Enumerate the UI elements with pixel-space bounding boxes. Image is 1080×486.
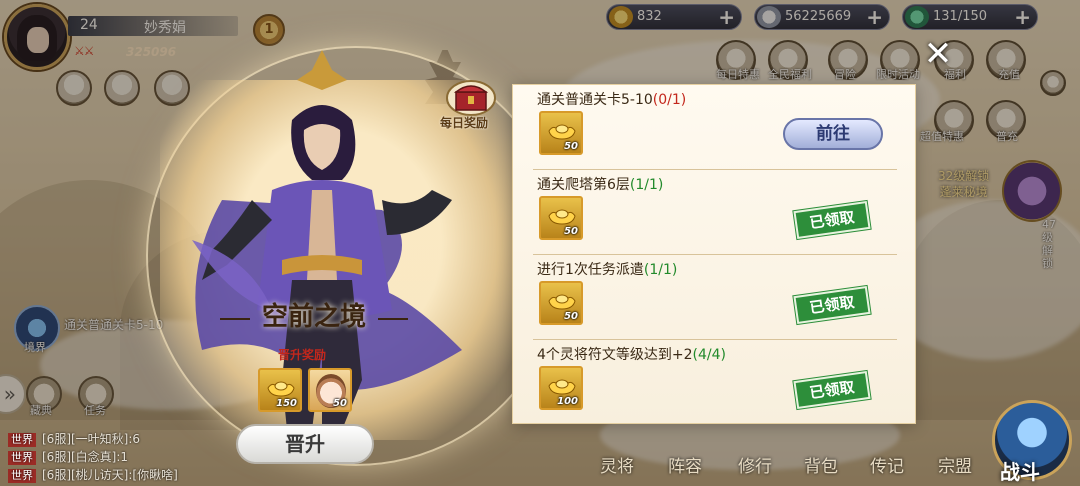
task-title-text: 进行1次任务派遣 [537, 262, 644, 278]
item-count: 150 [276, 398, 297, 409]
claimed-stamp: 已领取 [793, 285, 871, 325]
title-ornament-line [378, 318, 408, 320]
task-reward-item[interactable]: 50 [539, 196, 583, 240]
claimed-stamp: 已领取 [793, 200, 871, 240]
task-row: 4个灵将符文等级达到+2(4/4) 100 已领取 [513, 340, 917, 425]
task-row: 通关爬塔第6层(1/1) 50 已领取 [513, 170, 917, 255]
item-count: 100 [557, 396, 578, 407]
task-progress: (0/1) [652, 92, 687, 108]
realm-title-text: 空前之境 [261, 302, 366, 332]
chat-line: 世界 [6服][一叶知秋]:6 [8, 430, 178, 448]
task-title: 通关普通关卡5-10(0/1) [537, 89, 686, 109]
claimed-stamp: 已领取 [793, 370, 871, 410]
task-title-text: 4个灵将符文等级达到+2 [537, 347, 693, 363]
task-reward-item[interactable]: 50 [539, 111, 583, 155]
daily-reward-label: 每日奖励 [440, 116, 489, 130]
task-row: 通关普通关卡5-10(0/1) 50 前往 [513, 85, 917, 170]
task-title-text: 通关普通关卡5-10 [537, 92, 653, 108]
chat-line: 世界 [6服][桃儿访天]:[你瞅啥] [8, 466, 178, 484]
advance-button[interactable]: 晋升 [236, 424, 374, 464]
advance-reward-portrait[interactable]: 50 [308, 368, 352, 412]
nav-training[interactable]: 修行 [738, 452, 772, 477]
chat-text: [6服][一叶知秋]:6 [42, 432, 141, 446]
chat-text: [6服][桃儿访天]:[你瞅啥] [42, 468, 178, 482]
task-progress: (4/4) [692, 347, 727, 363]
task-progress: (1/1) [629, 177, 664, 193]
goto-button[interactable]: 前往 [783, 118, 883, 150]
item-count: 50 [564, 226, 578, 237]
task-title: 通关爬塔第6层(1/1) [537, 174, 663, 194]
world-chat[interactable]: 世界 [6服][一叶知秋]:6 世界 [6服][白念真]:1 世界 [6服][桃儿访天… [8, 430, 178, 484]
task-progress: (1/1) [643, 262, 678, 278]
item-count: 50 [564, 141, 578, 152]
task-reward-item[interactable]: 50 [539, 281, 583, 325]
battle-label[interactable]: 战斗 [1000, 456, 1040, 485]
task-row: 进行1次任务派遣(1/1) 50 已领取 [513, 255, 917, 340]
nav-bag[interactable]: 背包 [804, 452, 838, 477]
close-icon[interactable]: ✕ [920, 36, 956, 72]
task-reward-item[interactable]: 100 [539, 366, 583, 410]
chat-channel: 世界 [8, 469, 36, 483]
chat-line: 世界 [6服][白念真]:1 [8, 448, 178, 466]
task-title-text: 通关爬塔第6层 [537, 177, 630, 193]
gold-ingot-icon [548, 124, 576, 140]
nav-guild[interactable]: 宗盟 [938, 452, 972, 477]
chat-channel: 世界 [8, 451, 36, 465]
item-count: 50 [564, 311, 578, 322]
task-title: 进行1次任务派遣(1/1) [537, 259, 677, 279]
daily-reward-chest-icon[interactable] [446, 80, 496, 116]
advance-reward-label: 晋升奖励 [278, 348, 327, 362]
task-list-panel: 通关普通关卡5-10(0/1) 50 前往 通关爬塔第6层(1/1) 50 已领… [512, 84, 916, 424]
nav-biography[interactable]: 传记 [870, 452, 904, 477]
nav-heroes[interactable]: 灵将 [600, 452, 634, 477]
task-title: 4个灵将符文等级达到+2(4/4) [537, 344, 726, 364]
chat-channel: 世界 [8, 433, 36, 447]
chat-text: [6服][白念真]:1 [42, 450, 129, 464]
item-count: 50 [333, 398, 347, 409]
gold-ingot-icon [267, 381, 295, 397]
nav-lineup[interactable]: 阵容 [668, 452, 702, 477]
gold-ingot-icon [548, 379, 576, 395]
advance-reward-gold[interactable]: 150 [258, 368, 302, 412]
realm-title: 空前之境 [214, 296, 414, 340]
gold-ingot-icon [548, 294, 576, 310]
gold-ingot-icon [548, 209, 576, 225]
